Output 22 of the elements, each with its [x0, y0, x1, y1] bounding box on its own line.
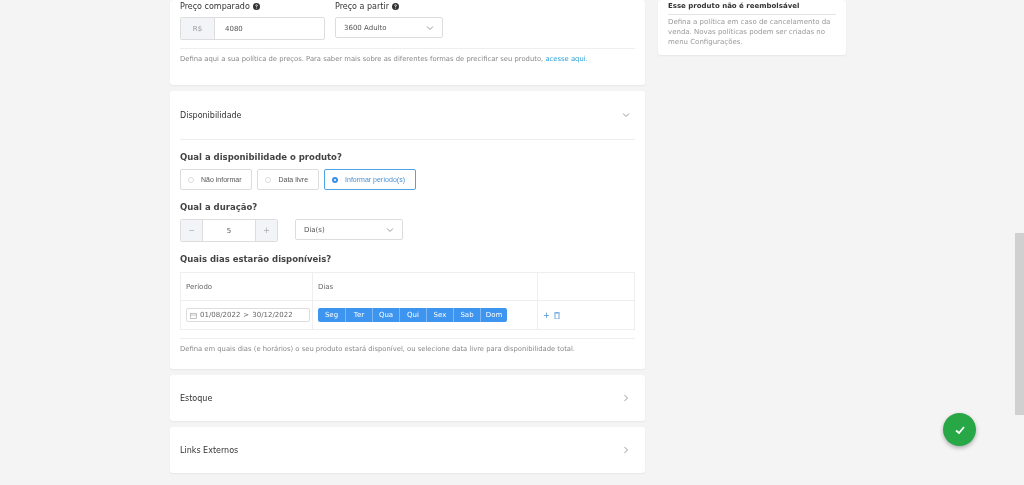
section-title[interactable]: Estoque [180, 393, 213, 403]
chevron-icon[interactable] [622, 394, 630, 402]
chevron-icon[interactable] [426, 23, 434, 32]
save-button[interactable] [943, 413, 976, 446]
question-label: Qual a disponibilidade o produto? [180, 152, 343, 162]
help-icon[interactable] [252, 2, 260, 10]
chevron-icon[interactable] [386, 225, 394, 234]
section-card[interactable]: Links Externos [170, 427, 645, 473]
question-label: Quais dias estarão disponíveis? [180, 254, 333, 264]
chevron-icon[interactable] [622, 446, 630, 454]
section-title[interactable]: Disponibilidade [180, 110, 242, 120]
field-label: Preço a partir [335, 1, 389, 11]
add-button[interactable]: + [543, 310, 550, 320]
section-card[interactable]: Estoque [170, 375, 645, 421]
scrollbar-thumb[interactable] [1015, 233, 1024, 415]
trash-icon[interactable] [553, 311, 560, 319]
chevron-icon[interactable] [622, 111, 630, 119]
section-title[interactable]: Links Externos [180, 445, 239, 455]
calendar-icon [190, 311, 197, 319]
question-label: Qual a duração? [180, 202, 259, 212]
field-label: Preço comparado [180, 1, 250, 11]
help-icon[interactable] [391, 2, 399, 10]
